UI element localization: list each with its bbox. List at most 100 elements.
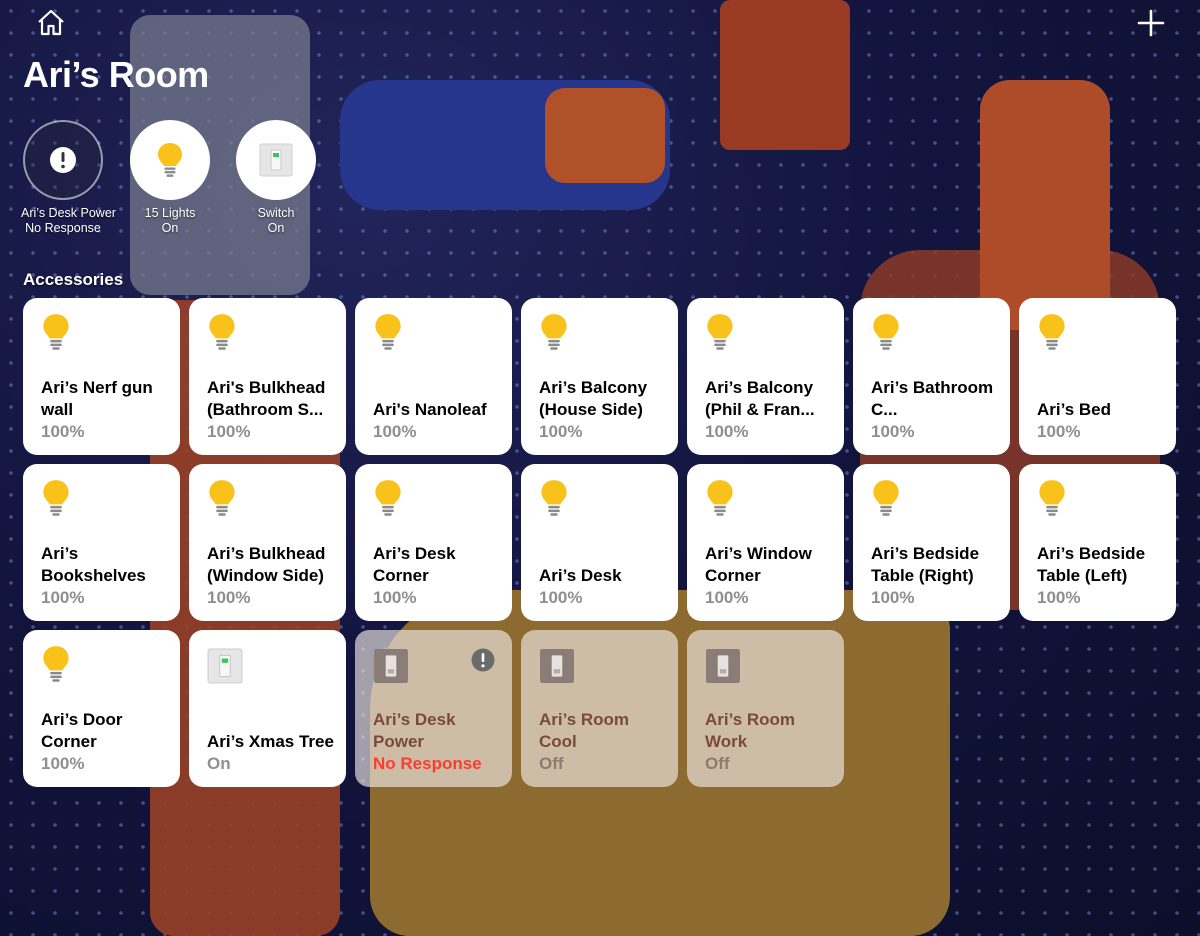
accessory-state: 100% [871, 422, 915, 441]
accessory-tile[interactable]: Ari’s Bedside Table (Left) 100% [1019, 464, 1176, 621]
tile-text: Ari’s Bathroom C... 100% [871, 377, 1000, 442]
accessory-state: No Response [373, 754, 482, 773]
switch-on-icon [207, 648, 243, 692]
accessory-state: On [207, 754, 231, 773]
status-circle [23, 120, 103, 200]
accessory-state: 100% [373, 588, 417, 607]
accessory-name: Ari’s Desk [539, 566, 622, 585]
accessory-tile[interactable]: Ari’s Balcony (Phil & Fran... 100% [687, 298, 844, 455]
accessory-name: Ari’s Desk Corner [373, 544, 456, 585]
accessory-name: Ari’s Bulkhead (Window Side) [207, 544, 326, 585]
accessory-tile[interactable]: Ari’s Room Cool Off [521, 630, 678, 787]
switch-icon [259, 143, 293, 177]
lightbulb-icon [158, 143, 182, 177]
lightbulb-icon [41, 644, 75, 688]
home-icon[interactable] [36, 8, 66, 38]
accessory-tile[interactable]: Ari’s Desk Corner 100% [355, 464, 512, 621]
status-circle [130, 120, 210, 200]
switch-off-icon [705, 648, 740, 692]
section-label-accessories: Accessories [23, 270, 124, 289]
accessory-state: 100% [41, 754, 85, 773]
accessory-state: 100% [705, 422, 749, 441]
lightbulb-icon [705, 312, 739, 356]
tile-text: Ari’s Room Cool Off [539, 709, 668, 774]
accessory-tile[interactable]: Ari’s Nerf gun wall 100% [23, 298, 180, 455]
status-label: Switch On [234, 206, 318, 236]
accessory-tile[interactable]: Ari’s Window Corner 100% [687, 464, 844, 621]
lightbulb-icon [207, 312, 241, 356]
plus-icon[interactable] [1136, 8, 1166, 38]
accessory-tile[interactable]: Ari's Nanoleaf 100% [355, 298, 512, 455]
accessory-state: 100% [207, 422, 251, 441]
tile-text: Ari's Nanoleaf 100% [373, 399, 502, 442]
accessory-name: Ari’s Door Corner [41, 710, 123, 751]
accessory-name: Ari’s Bedside Table (Left) [1037, 544, 1146, 585]
accessory-tile[interactable]: Ari’s Bulkhead (Window Side) 100% [189, 464, 346, 621]
status-button-desk-power[interactable]: Ari’s Desk Power No Response [21, 120, 116, 236]
accessory-tile[interactable]: Ari’s Room Work Off [687, 630, 844, 787]
accessory-tile[interactable]: Ari’s Door Corner 100% [23, 630, 180, 787]
accessory-name: Ari's Bulkhead (Bathroom S... [207, 378, 326, 419]
accessory-state: Off [539, 754, 564, 773]
switch-off-icon [373, 648, 408, 692]
accessory-state: 100% [871, 588, 915, 607]
tile-text: Ari’s Balcony (House Side) 100% [539, 377, 668, 442]
lightbulb-icon [539, 312, 573, 356]
tile-text: Ari’s Bookshelves 100% [41, 543, 170, 608]
accessory-tile[interactable]: Ari's Bulkhead (Bathroom S... 100% [189, 298, 346, 455]
accessory-tile[interactable]: Ari’s Bedside Table (Right) 100% [853, 464, 1010, 621]
tile-text: Ari’s Desk 100% [539, 565, 668, 608]
status-label: 15 Lights On [128, 206, 212, 236]
status-button-lights[interactable]: 15 Lights On [128, 120, 212, 236]
tile-text: Ari’s Door Corner 100% [41, 709, 170, 774]
accessory-tile[interactable]: Ari’s Balcony (House Side) 100% [521, 298, 678, 455]
switch-off-icon [539, 648, 574, 692]
accessory-state: 100% [1037, 588, 1081, 607]
lightbulb-icon [705, 478, 739, 522]
accessory-tile[interactable]: Ari’s Xmas Tree On [189, 630, 346, 787]
accessory-name: Ari’s Bed [1037, 400, 1112, 419]
status-button-switch[interactable]: Switch On [234, 120, 318, 236]
lightbulb-icon [539, 478, 573, 522]
accessory-state: 100% [539, 588, 583, 607]
tile-text: Ari’s Room Work Off [705, 709, 834, 774]
accessory-name: Ari’s Bathroom C... [871, 378, 994, 419]
lightbulb-icon [1037, 478, 1071, 522]
accessory-name: Ari’s Room Work [705, 710, 796, 751]
status-label: Ari’s Desk Power No Response [21, 206, 116, 236]
lightbulb-icon [373, 312, 407, 356]
status-name: Switch [257, 206, 295, 220]
tile-text: Ari's Bulkhead (Bathroom S... 100% [207, 377, 336, 442]
tile-text: Ari’s Bed 100% [1037, 399, 1166, 442]
status-state: On [161, 221, 179, 235]
tile-text: Ari’s Nerf gun wall 100% [41, 377, 170, 442]
status-name: Ari’s Desk Power [21, 206, 116, 220]
accessory-name: Ari's Nanoleaf [373, 400, 487, 419]
accessory-tile[interactable]: Ari’s Bathroom C... 100% [853, 298, 1010, 455]
tile-text: Ari’s Balcony (Phil & Fran... 100% [705, 377, 834, 442]
accessory-state: 100% [539, 422, 583, 441]
lightbulb-icon [41, 478, 75, 522]
accessory-state: 100% [41, 588, 85, 607]
tile-text: Ari’s Desk Power No Response [373, 709, 502, 774]
accessory-name: Ari’s Window Corner [705, 544, 812, 585]
tile-text: Ari’s Xmas Tree On [207, 731, 336, 774]
lightbulb-icon [871, 312, 905, 356]
status-state: On [267, 221, 285, 235]
accessory-tile[interactable]: Ari’s Desk 100% [521, 464, 678, 621]
accessory-state: 100% [373, 422, 417, 441]
accessory-name: Ari’s Desk Power [373, 710, 456, 751]
accessory-state: 100% [41, 422, 85, 441]
accessory-tile[interactable]: Ari’s Bed 100% [1019, 298, 1176, 455]
alert-icon [471, 648, 495, 672]
alert-icon [50, 147, 76, 173]
accessory-name: Ari’s Room Cool [539, 710, 630, 751]
status-circle [236, 120, 316, 200]
lightbulb-icon [1037, 312, 1071, 356]
accessory-name: Ari’s Nerf gun wall [41, 378, 153, 419]
accessory-tile[interactable]: Ari’s Bookshelves 100% [23, 464, 180, 621]
accessory-name: Ari’s Balcony (House Side) [539, 378, 648, 419]
lightbulb-icon [41, 312, 75, 356]
accessory-tile[interactable]: Ari’s Desk Power No Response [355, 630, 512, 787]
lightbulb-icon [207, 478, 241, 522]
